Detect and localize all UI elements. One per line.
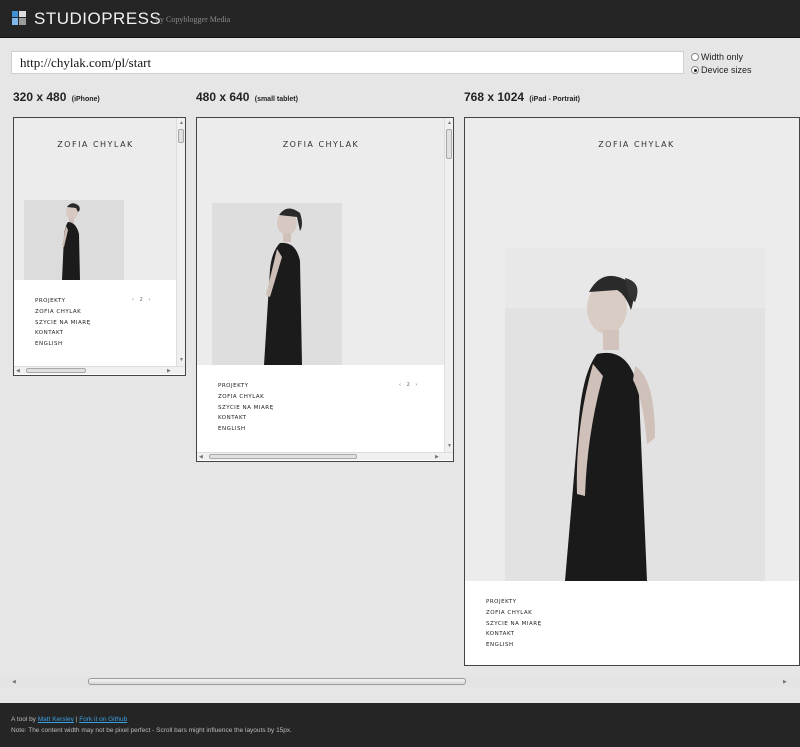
menu-item-english[interactable]: ENGLISH (218, 424, 274, 435)
menu-item-kontakt[interactable]: KONTAKT (218, 413, 274, 424)
horizontal-scrollbar[interactable]: ◀ ▶ (14, 366, 185, 374)
footer: A tool by Matt Kersley | Fork it on Gith… (0, 703, 800, 747)
brand-tagline: by Copyblogger Media (156, 15, 231, 24)
scroll-thumb[interactable] (446, 129, 452, 159)
footer-credits: A tool by Matt Kersley | Fork it on Gith… (11, 716, 127, 723)
site-title[interactable]: ZOFIA CHYLAK (465, 140, 799, 149)
ipad-preview-frame[interactable]: ZOFIA CHYLAK PROJEKTY ZOFIA CHYLAK SZYCI… (464, 117, 800, 666)
scroll-left-icon[interactable]: ◀ (16, 368, 20, 374)
menu-item-zofia-chylak[interactable]: ZOFIA CHYLAK (486, 608, 542, 619)
github-link[interactable]: Fork it on Github (79, 716, 127, 723)
footer-separator: | (75, 716, 78, 723)
site-title[interactable]: ZOFIA CHYLAK (197, 140, 445, 149)
device-label-ipad: 768 x 1024 (iPad - Portrait) (464, 90, 580, 104)
menu-item-projekty[interactable]: PROJEKTY (218, 381, 274, 392)
device-size: 480 x 640 (196, 90, 250, 104)
device-name: (iPad - Portrait) (529, 96, 580, 103)
page-horizontal-scrollbar[interactable]: ◀ ▶ (0, 676, 800, 687)
footer-prefix: A tool by (11, 716, 36, 723)
menu-item-zofia-chylak[interactable]: ZOFIA CHYLAK (218, 392, 274, 403)
scroll-down-icon[interactable]: ▼ (447, 443, 452, 449)
scroll-thumb[interactable] (26, 368, 86, 373)
device-label-small-tablet: 480 x 640 (small tablet) (196, 90, 298, 104)
option-width-only[interactable]: Width only (691, 52, 743, 62)
author-link[interactable]: Matt Kersley (38, 716, 74, 723)
hero-area: ZOFIA CHYLAK (14, 118, 177, 280)
width-only-radio[interactable] (691, 53, 699, 61)
device-sizes-radio[interactable] (691, 66, 699, 74)
scroll-right-icon[interactable]: ▶ (435, 454, 439, 460)
site-menu: PROJEKTY ZOFIA CHYLAK SZYCIE NA MIARĘ KO… (486, 597, 542, 651)
site-menu: PROJEKTY ZOFIA CHYLAK SZYCIE NA MIARĘ KO… (218, 381, 274, 435)
menu-item-english[interactable]: ENGLISH (486, 640, 542, 651)
url-input[interactable] (11, 51, 684, 74)
scroll-down-icon[interactable]: ▼ (179, 357, 184, 363)
scroll-right-icon[interactable]: ▶ (167, 368, 171, 374)
menu-item-projekty[interactable]: PROJEKTY (486, 597, 542, 608)
model-photo (212, 203, 342, 365)
width-only-label: Width only (701, 52, 744, 62)
menu-item-english[interactable]: ENGLISH (35, 339, 91, 350)
menu-item-szycie[interactable]: SZYCIE NA MIARĘ (486, 619, 542, 630)
option-device-sizes[interactable]: Device sizes (691, 65, 752, 75)
scroll-thumb[interactable] (178, 129, 184, 143)
device-name: (small tablet) (254, 96, 298, 103)
menu-item-szycie[interactable]: SZYCIE NA MIARĘ (218, 403, 274, 414)
menu-item-szycie[interactable]: SZYCIE NA MIARĘ (35, 318, 91, 329)
model-photo (24, 200, 124, 280)
header-bar: STUDIOPRESS by Copyblogger Media (0, 0, 800, 38)
scroll-left-icon[interactable]: ◀ (199, 454, 203, 460)
brand-title[interactable]: STUDIOPRESS (34, 9, 161, 29)
scroll-up-icon[interactable]: ▲ (179, 120, 184, 126)
model-photo (505, 248, 765, 581)
vertical-scrollbar[interactable]: ▲ ▼ (176, 118, 185, 366)
page-scroll-thumb[interactable] (88, 678, 466, 685)
hero-area: ZOFIA CHYLAK (465, 118, 799, 581)
small-tablet-preview-frame[interactable]: ZOFIA CHYLAK PROJEKTY ZOFIA CHYLAK SZYCI… (196, 117, 454, 462)
menu-item-zofia-chylak[interactable]: ZOFIA CHYLAK (35, 307, 91, 318)
device-name: (iPhone) (71, 96, 100, 103)
device-size: 768 x 1024 (464, 90, 525, 104)
scroll-thumb[interactable] (209, 454, 357, 459)
slide-pager[interactable]: ‹ 2 › (132, 297, 150, 303)
scroll-left-icon[interactable]: ◀ (12, 679, 16, 685)
studiopress-logo-icon (12, 11, 26, 25)
menu-item-projekty[interactable]: PROJEKTY (35, 296, 91, 307)
footer-note: Note: The content width may not be pixel… (11, 727, 292, 734)
site-menu: PROJEKTY ZOFIA CHYLAK SZYCIE NA MIARĘ KO… (35, 296, 91, 350)
scroll-right-icon[interactable]: ▶ (783, 679, 787, 685)
device-size: 320 x 480 (13, 90, 67, 104)
menu-item-kontakt[interactable]: KONTAKT (486, 629, 542, 640)
menu-item-kontakt[interactable]: KONTAKT (35, 328, 91, 339)
horizontal-scrollbar[interactable]: ◀ ▶ (197, 452, 453, 460)
vertical-scrollbar[interactable]: ▲ ▼ (444, 118, 453, 452)
iphone-preview-frame[interactable]: ZOFIA CHYLAK PROJEKTY ZOFIA CHYLAK SZYCI… (13, 117, 186, 376)
device-label-iphone: 320 x 480 (iPhone) (13, 90, 100, 104)
device-sizes-label: Device sizes (701, 65, 752, 75)
site-title[interactable]: ZOFIA CHYLAK (14, 140, 177, 149)
slide-pager[interactable]: ‹ 2 › (399, 382, 417, 388)
scroll-up-icon[interactable]: ▲ (447, 120, 452, 126)
hero-area: ZOFIA CHYLAK (197, 118, 445, 365)
